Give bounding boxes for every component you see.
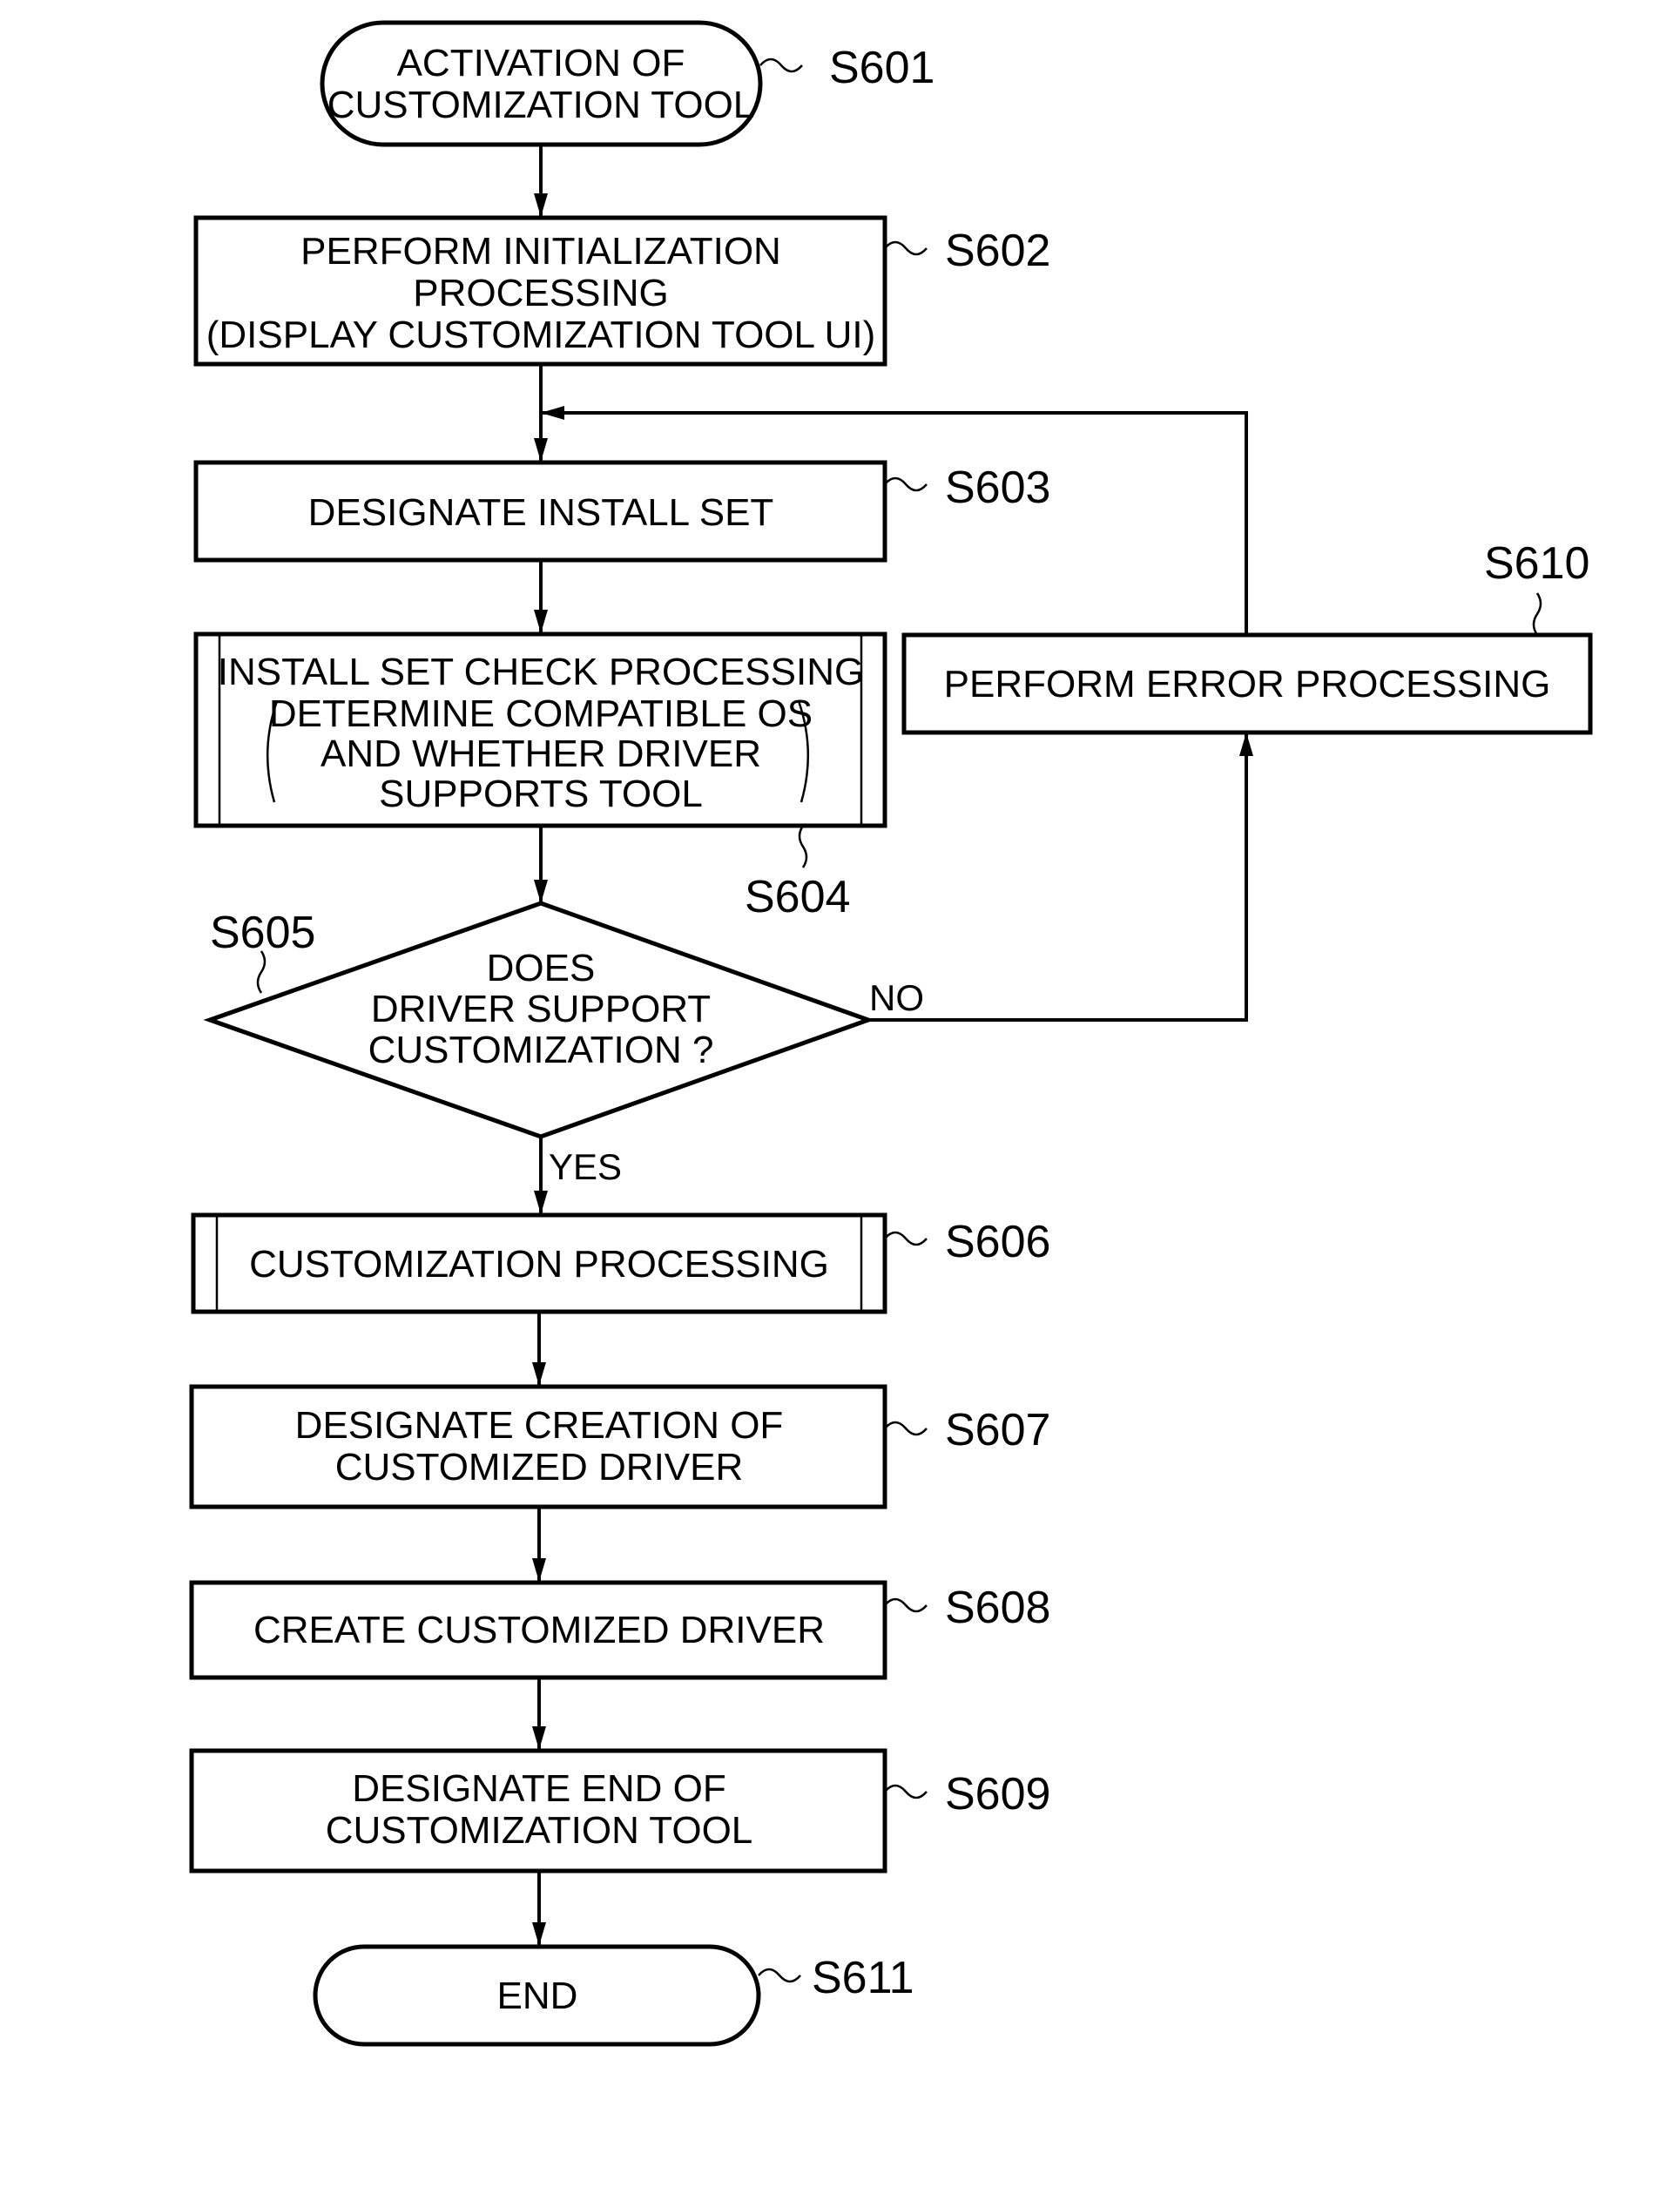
step-id-label: S601 [829,43,934,93]
step-text: CREATE CUSTOMIZED DRIVER [253,1609,825,1651]
no-branch-label: NO [869,977,924,1018]
step-text: SUPPORTS TOOL [379,773,703,815]
step-id-label: S606 [945,1217,1050,1267]
step-text: DOES [487,947,596,989]
arrowhead [541,406,564,420]
step-id-label: S607 [945,1405,1050,1455]
flowchart: ACTIVATION OF CUSTOMIZATION TOOL S601 PE… [189,20,1593,2047]
step-text: CUSTOMIZATION TOOL [326,1809,753,1852]
leader-line [1532,592,1542,636]
step-s601-start-terminal: ACTIVATION OF CUSTOMIZATION TOOL S601 [320,20,934,147]
step-id-label: S608 [945,1583,1050,1633]
leader-line [759,57,803,73]
step-s609-designate-end: DESIGNATE END OF CUSTOMIZATION TOOL S609 [189,1748,1050,1874]
step-text: CUSTOMIZED DRIVER [335,1446,744,1489]
arrowhead [532,1922,546,1946]
step-id-label: S603 [945,462,1050,513]
edge-s605-s610-no [868,733,1248,1022]
leader-line [884,476,928,492]
step-s611-end-terminal: END S611 [313,1944,914,2047]
arrowhead [534,1191,548,1214]
arrowhead [534,438,548,462]
step-s607-designate-creation: DESIGNATE CREATION OF CUSTOMIZED DRIVER … [189,1384,1050,1509]
step-text: CUSTOMIZATION PROCESSING [249,1243,829,1286]
leader-line [884,1784,928,1799]
arrowhead [1239,733,1253,756]
step-text: INSTALL SET CHECK PROCESSING [218,651,864,693]
step-text: ACTIVATION OF [397,42,685,84]
step-text: PERFORM INITIALIZATION [300,230,781,273]
step-text: PERFORM ERROR PROCESSING [944,663,1551,706]
step-id-label: S611 [812,1953,914,2003]
step-s608-create-driver: CREATE CUSTOMIZED DRIVER S608 [189,1580,1050,1680]
arrowhead [532,1362,546,1386]
arrowhead [534,880,548,903]
step-id-label: S604 [745,872,850,922]
step-text: DRIVER SUPPORT [371,988,711,1030]
step-text: PROCESSING [413,272,668,314]
leader-line [884,1597,928,1613]
step-id-label: S609 [945,1769,1050,1820]
step-text: AND WHETHER DRIVER [320,733,761,775]
step-text: CUSTOMIZATION TOOL [327,84,755,126]
leader-line [758,1968,801,1983]
yes-branch-label: YES [549,1146,622,1187]
step-text: DETERMINE COMPATIBLE OS [269,692,813,735]
step-s602-initialization: PERFORM INITIALIZATION PROCESSING (DISPL… [193,215,1050,367]
leader-line [884,1421,928,1436]
step-s606-customization-processing: CUSTOMIZATION PROCESSING S606 [191,1212,1050,1314]
step-text: (DISPLAY CUSTOMIZATION TOOL UI) [206,314,876,356]
arrowhead [534,610,548,633]
step-text: DESIGNATE END OF [352,1767,725,1810]
arrowhead [532,1726,546,1750]
step-id-label: S602 [945,226,1050,276]
step-text: CUSTOMIZATION ? [368,1029,714,1071]
step-s603-designate-install-set: DESIGNATE INSTALL SET S603 [193,460,1050,563]
step-s605-decision: DOES DRIVER SUPPORT CUSTOMIZATION ? S605… [203,901,924,1187]
step-text: END [497,1975,578,2017]
step-text: DESIGNATE CREATION OF [295,1404,784,1447]
leader-line [884,1231,928,1246]
arrowhead [534,193,548,217]
step-id-label: S610 [1484,538,1589,589]
leader-line [798,825,808,868]
leader-line [884,240,928,256]
step-id-label: S605 [210,908,315,958]
arrowhead [532,1558,546,1582]
step-text: DESIGNATE INSTALL SET [308,491,774,534]
